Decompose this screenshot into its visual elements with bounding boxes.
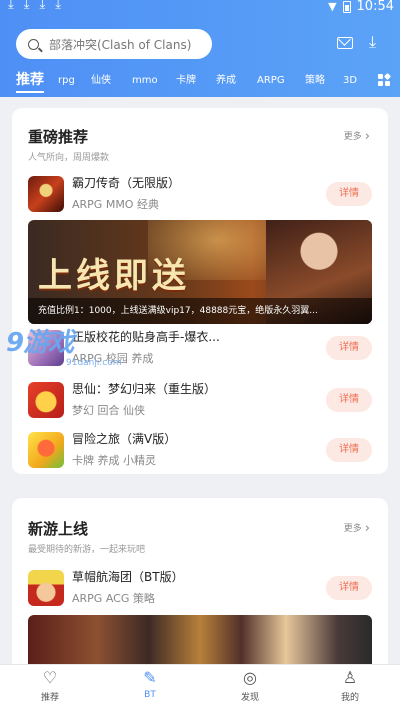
download-icon[interactable]: ⤓ (369, 34, 376, 50)
tab-cultivate[interactable]: 养成 (216, 71, 236, 91)
watermark-brand: 9游戏 (6, 328, 74, 358)
nav-recommend[interactable]: ♡ 推荐 (20, 669, 80, 702)
tab-xianxia[interactable]: 仙侠 (91, 71, 111, 91)
site-watermark: 9游戏 91danji.com (6, 322, 121, 368)
search-placeholder: 部落冲突(Clash of Clans) (49, 37, 192, 52)
status-bar: ⤓ ⤓ ⤓ ⤓ ▼ 10:54 (0, 0, 400, 14)
tab-strategy[interactable]: 策略 (305, 71, 325, 91)
search-icon (28, 38, 39, 50)
onepiece-icon (28, 570, 64, 606)
nav-label: 发现 (240, 693, 259, 702)
section-title: 新游上线 (28, 520, 89, 538)
heart-icon: ♡ (42, 668, 58, 687)
game-tags: 卡牌 养成 小精灵 (72, 454, 156, 467)
more-link[interactable]: 更多 (344, 128, 370, 143)
game-name: 霸刀传奇（无限版） (72, 176, 181, 190)
featured-section: 重磅推荐 人气所向，周周爆款 更多 霸刀传奇（无限版） ARPG MMO 经典 … (12, 108, 388, 474)
game-item[interactable]: 霸刀传奇（无限版） ARPG MMO 经典 详情 (28, 172, 372, 216)
promo-banner[interactable]: 上线即送 充值比例1：1000，上线送满级vip17，48888元宝，绝版永久羽… (28, 220, 372, 324)
tab-card[interactable]: 卡牌 (176, 71, 196, 91)
game-name: 正版校花的贴身高手-爆衣... (72, 330, 220, 344)
tab-rpg[interactable]: rpg (58, 71, 75, 91)
more-link[interactable]: 更多 (344, 520, 370, 535)
top-header: ⤓ ⤓ ⤓ ⤓ ▼ 10:54 部落冲突(Clash of Clans) ⤓ 推… (0, 0, 400, 97)
all-categories-icon[interactable] (378, 72, 392, 86)
download-notify-icon: ⤓ (8, 0, 14, 12)
sixian-icon (28, 382, 64, 418)
banner-caption: 充值比例1：1000，上线送满级vip17，48888元宝，绝版永久羽翼... (28, 298, 372, 324)
category-tabs: 推荐 rpg 仙侠 mmo 卡牌 养成 ARPG 策略 3D (0, 70, 400, 93)
banner-headline: 上线即送 (38, 256, 190, 296)
nav-label: 推荐 (40, 693, 59, 702)
detail-button[interactable]: 详情 (326, 438, 372, 462)
bt-icon: ✎ (143, 668, 157, 687)
download-notification-icons: ⤓ ⤓ ⤓ ⤓ (8, 0, 61, 12)
game-item[interactable]: 草帽航海团（BT版） ARPG ACG 策略 详情 (28, 566, 372, 610)
nav-label: BT (144, 690, 156, 700)
nav-label: 我的 (340, 693, 359, 702)
watermark-site: 91danji.com (66, 358, 122, 368)
nav-bt[interactable]: ✎ BT (120, 668, 180, 701)
game-item[interactable]: 思仙：梦幻归来（重生版） 梦幻 回合 仙侠 详情 (28, 378, 372, 422)
detail-button[interactable]: 详情 (326, 388, 372, 412)
tab-3d[interactable]: 3D (343, 71, 357, 91)
maoxian-icon (28, 432, 64, 468)
mail-icon[interactable] (337, 37, 353, 49)
game-tags: ARPG ACG 策略 (72, 592, 155, 605)
download-notify-icon: ⤓ (39, 0, 46, 12)
battery-icon (342, 0, 351, 13)
section-title: 重磅推荐 (28, 128, 89, 146)
section-subtitle: 最受期待的新游，一起来玩吧 (28, 545, 146, 555)
download-notify-icon: ⤓ (55, 0, 61, 12)
wifi-icon: ▼ (328, 0, 337, 13)
game-item[interactable]: 冒险之旅（满V版） 卡牌 养成 小精灵 详情 (28, 428, 372, 472)
search-bar[interactable]: 部落冲突(Clash of Clans) (16, 29, 212, 59)
badao-icon (28, 176, 64, 212)
discover-icon: ◎ (243, 668, 257, 687)
game-name: 思仙：梦幻归来（重生版） (72, 382, 217, 396)
game-name: 草帽航海团（BT版） (72, 570, 184, 584)
nav-discover[interactable]: ◎ 发现 (220, 669, 280, 702)
detail-button[interactable]: 详情 (326, 182, 372, 206)
detail-button[interactable]: 详情 (326, 576, 372, 600)
new-game-banner[interactable] (28, 615, 372, 667)
status-time: 10:54 (356, 0, 394, 14)
tab-mmo[interactable]: mmo (132, 71, 158, 91)
bottom-navigation: ♡ 推荐 ✎ BT ◎ 发现 ♙ 我的 (0, 664, 400, 702)
section-subtitle: 人气所向，周周爆款 (28, 153, 110, 163)
download-notify-icon: ⤓ (23, 0, 30, 12)
game-name: 冒险之旅（满V版） (72, 432, 177, 446)
tab-arpg[interactable]: ARPG (257, 71, 285, 91)
game-tags: ARPG MMO 经典 (72, 198, 159, 211)
game-tags: 梦幻 回合 仙侠 (72, 404, 145, 417)
user-icon: ♙ (342, 668, 358, 687)
nav-mine[interactable]: ♙ 我的 (320, 669, 380, 702)
tab-recommend[interactable]: 推荐 (16, 70, 44, 93)
detail-button[interactable]: 详情 (326, 336, 372, 360)
